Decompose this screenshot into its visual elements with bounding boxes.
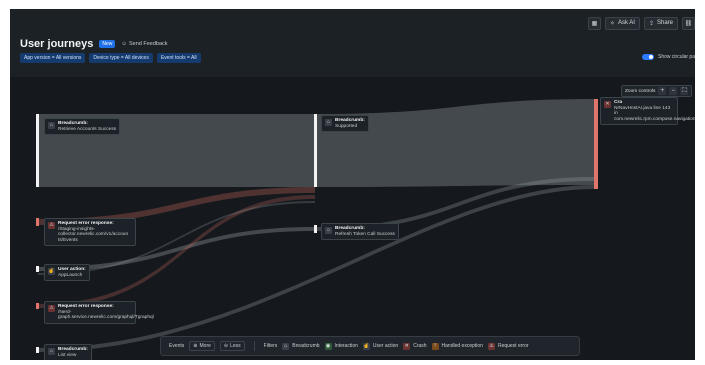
filter-bar: App version = All versions Device type =… bbox=[20, 53, 201, 63]
request-error-icon: ⚠ bbox=[48, 222, 55, 229]
crash-icon: ✕ bbox=[403, 342, 411, 350]
link-icon: ⛓ bbox=[684, 20, 693, 27]
plus-icon: ⊕ bbox=[193, 343, 198, 349]
fit-view-icon: ⛶ bbox=[682, 88, 687, 94]
node-refresh-token[interactable]: ⌂ Breadcrumb: Refresh Token Call Success bbox=[321, 223, 399, 241]
link-button[interactable]: ⛓ bbox=[682, 16, 695, 30]
minus-icon: ⊖ bbox=[223, 343, 229, 349]
crash-icon: ✕ bbox=[604, 101, 611, 108]
node-bar-applaunch[interactable] bbox=[36, 266, 39, 272]
node-bar-supported[interactable] bbox=[314, 114, 317, 187]
share-icon: ⇪ bbox=[648, 20, 654, 27]
node-bar-crash[interactable] bbox=[594, 99, 598, 189]
calendar-button[interactable]: ▦ bbox=[587, 16, 601, 30]
zoom-controls: Zoom controls + − ⛶ bbox=[621, 85, 693, 97]
legend-user-action[interactable]: ☝ User action bbox=[362, 342, 398, 350]
zoom-in-button[interactable]: + bbox=[658, 87, 667, 95]
node-list-view[interactable]: ⌂ Breadcrumb: List view bbox=[44, 344, 92, 360]
node-crash[interactable]: ✕ Cra NrNavHostAI.java line 143 in com.n… bbox=[600, 97, 695, 126]
node-retrieve-accounts[interactable]: ⌂ Breadcrumb: Retrieve Accounts Success bbox=[44, 118, 121, 136]
toolbar: ▦ ✧ Ask AI ⇪ Share ⛓ bbox=[587, 16, 695, 30]
sparkle-icon: ✧ bbox=[609, 20, 615, 27]
user-journeys-window: ▦ ✧ Ask AI ⇪ Share ⛓ User journeys New ☺… bbox=[10, 9, 695, 360]
fit-view-button[interactable]: ⛶ bbox=[680, 87, 689, 95]
sankey-canvas[interactable]: ⌂ Breadcrumb: Retrieve Accounts Success … bbox=[10, 77, 695, 360]
flow-supported-crash[interactable] bbox=[317, 99, 595, 187]
node-bar-listview[interactable] bbox=[36, 347, 39, 353]
legend-crash[interactable]: ✕ Crash bbox=[403, 342, 427, 350]
legend-request-error[interactable]: ⚠ Request error bbox=[487, 342, 529, 350]
node-bar-error1[interactable] bbox=[36, 218, 39, 226]
user-action-icon: ☝ bbox=[362, 342, 370, 350]
send-feedback-link[interactable]: ☺ Send Feedback bbox=[121, 41, 167, 47]
filters-label: Filters bbox=[263, 343, 278, 349]
calendar-icon: ▦ bbox=[591, 20, 598, 27]
request-error-icon: ⚠ bbox=[48, 305, 55, 312]
share-button[interactable]: ⇪ Share bbox=[643, 16, 678, 30]
interaction-icon: ◉ bbox=[324, 342, 332, 350]
ask-ai-button[interactable]: ✧ Ask AI bbox=[604, 16, 640, 30]
legend-handled-exception[interactable]: ! Handled exception bbox=[431, 342, 483, 350]
less-events-button[interactable]: ⊖ Less bbox=[219, 341, 245, 351]
page-header: User journeys New ☺ Send Feedback bbox=[20, 38, 168, 50]
zoom-out-button[interactable]: − bbox=[669, 87, 678, 95]
breadcrumb-icon: ⌂ bbox=[282, 342, 290, 350]
breadcrumb-icon: ⌂ bbox=[325, 227, 332, 234]
legend-breadcrumb[interactable]: ⌂ Breadcrumb bbox=[282, 342, 320, 350]
new-badge: New bbox=[99, 40, 116, 48]
divider bbox=[253, 341, 255, 351]
node-request-error-2[interactable]: ⚠ Request error response: /Nerd-graph.se… bbox=[44, 301, 154, 324]
filter-chip-app-version[interactable]: App version = All versions bbox=[20, 53, 86, 63]
user-action-icon: ☝ bbox=[48, 268, 55, 275]
filter-chip-device-type[interactable]: Device type = All devices bbox=[89, 53, 153, 63]
events-label: Events bbox=[169, 343, 185, 349]
more-events-button[interactable]: ⊕ More bbox=[189, 341, 215, 351]
breadcrumb-icon: ⌂ bbox=[48, 348, 55, 355]
circular-paths-toggle[interactable]: Show circular pa bbox=[642, 54, 695, 60]
request-error-icon: ⚠ bbox=[487, 342, 495, 350]
node-bar-refresh[interactable] bbox=[314, 225, 317, 233]
breadcrumb-icon: ⌂ bbox=[48, 122, 55, 129]
legend-interaction[interactable]: ◉ Interaction bbox=[324, 342, 358, 350]
node-request-error-1[interactable]: ⚠ Request error response: /Staging-insig… bbox=[44, 218, 136, 247]
feedback-icon: ☺ bbox=[121, 41, 128, 47]
node-bar-error2[interactable] bbox=[36, 303, 39, 309]
breadcrumb-icon: ⌂ bbox=[325, 119, 332, 126]
handled-exception-icon: ! bbox=[431, 342, 439, 350]
filter-chip-event-tools[interactable]: Event tools = All bbox=[156, 53, 201, 63]
node-app-launch[interactable]: ☝ User action: AppLaunch bbox=[44, 264, 90, 282]
node-supported[interactable]: ⌂ Breadcrumb: Supported bbox=[321, 115, 369, 133]
flow-listview-crash[interactable] bbox=[38, 185, 595, 352]
legend-bar: Events ⊕ More ⊖ Less Filters ⌂ Breadcrum… bbox=[160, 336, 580, 356]
toggle-switch[interactable] bbox=[642, 54, 655, 60]
node-bar-retrieve[interactable] bbox=[36, 114, 39, 187]
page-title: User journeys bbox=[20, 38, 94, 50]
